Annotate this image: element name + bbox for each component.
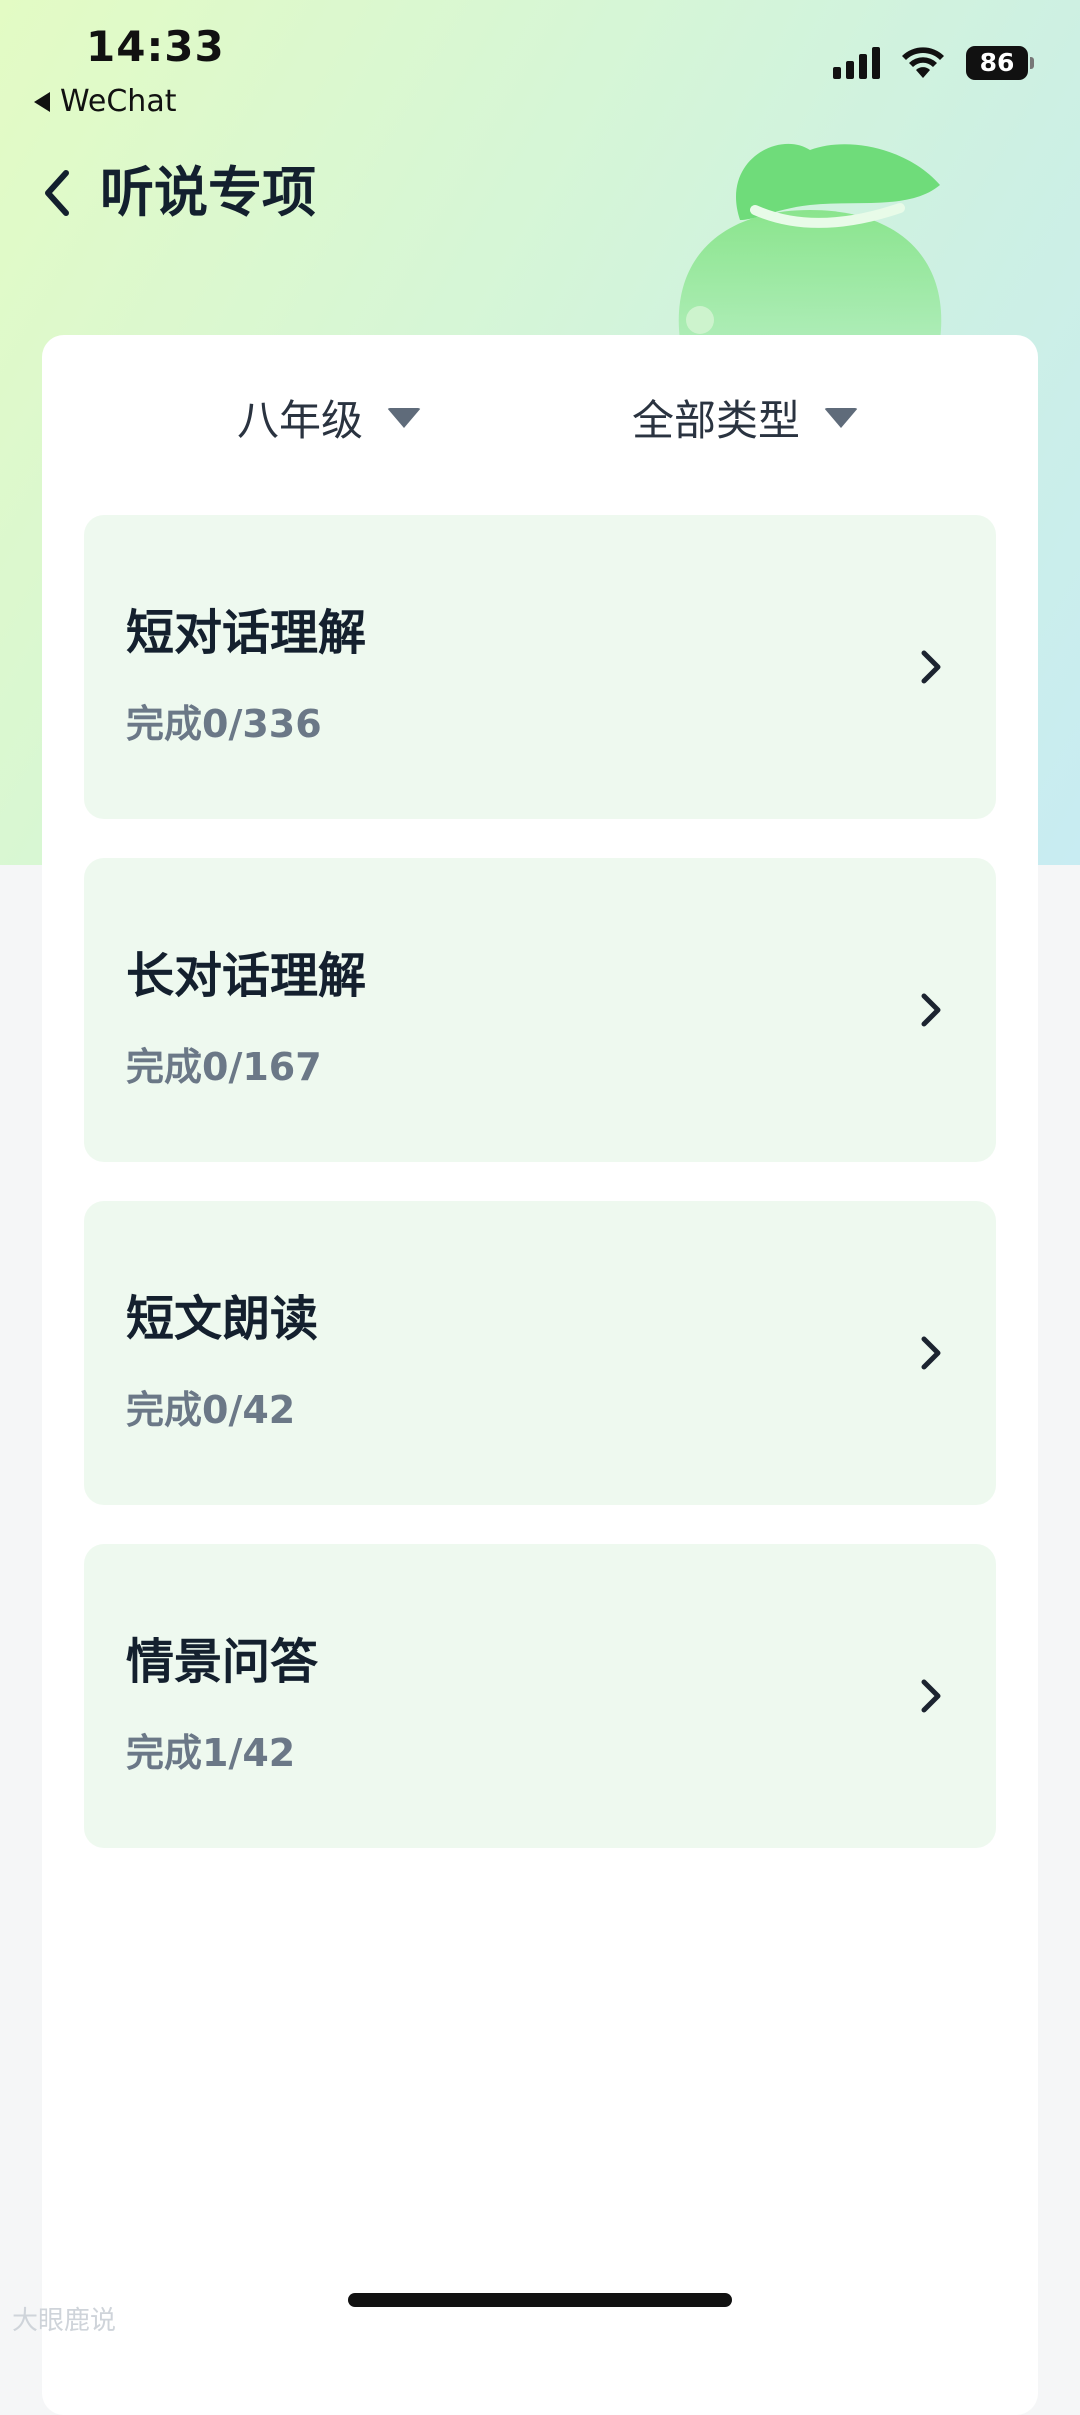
item-progress: 完成0/167 bbox=[126, 1045, 322, 1089]
chevron-right-icon bbox=[921, 1336, 941, 1370]
content-card: 八年级 全部类型 短对话理解 完成0/336 长对话理解 完成0/167 短文朗… bbox=[42, 335, 1038, 2415]
type-filter-label: 全部类型 bbox=[632, 396, 801, 445]
caret-down-icon bbox=[824, 407, 859, 428]
page-title: 听说专项 bbox=[100, 161, 316, 224]
chevron-right-icon bbox=[921, 1679, 941, 1713]
item-progress: 完成0/42 bbox=[126, 1388, 296, 1432]
back-button[interactable] bbox=[42, 158, 86, 228]
watermark: 大眼鹿说 bbox=[12, 2306, 117, 2336]
item-title: 情景问答 bbox=[126, 1634, 319, 1690]
cellular-signal-icon bbox=[833, 47, 880, 79]
list-item-situational-qa[interactable]: 情景问答 完成1/42 bbox=[84, 1544, 996, 1848]
caret-down-icon bbox=[387, 407, 422, 428]
back-app-label: WeChat bbox=[60, 84, 177, 119]
item-progress: 完成0/336 bbox=[126, 702, 322, 746]
home-indicator[interactable] bbox=[348, 2293, 732, 2307]
grade-filter-label: 八年级 bbox=[237, 396, 364, 445]
item-progress: 完成1/42 bbox=[126, 1731, 296, 1775]
type-filter-dropdown[interactable]: 全部类型 bbox=[632, 387, 859, 448]
back-triangle-icon bbox=[34, 91, 50, 112]
wifi-icon bbox=[902, 47, 944, 78]
item-title: 短文朗读 bbox=[126, 1291, 319, 1347]
status-time: 14:33 bbox=[86, 22, 225, 71]
battery-icon: 86 bbox=[966, 46, 1034, 80]
list-item-passage-reading[interactable]: 短文朗读 完成0/42 bbox=[84, 1201, 996, 1505]
chevron-right-icon bbox=[921, 650, 941, 684]
list-item-long-dialogue[interactable]: 长对话理解 完成0/167 bbox=[84, 858, 996, 1162]
grade-filter-dropdown[interactable]: 八年级 bbox=[237, 387, 422, 448]
back-to-app-link[interactable]: WeChat bbox=[34, 84, 176, 119]
chevron-left-icon bbox=[45, 170, 69, 216]
item-title: 短对话理解 bbox=[126, 605, 367, 661]
item-title: 长对话理解 bbox=[126, 948, 367, 1004]
money-bag-illustration-icon bbox=[678, 143, 942, 340]
status-indicators: 86 bbox=[833, 46, 1034, 80]
chevron-right-icon bbox=[921, 993, 941, 1027]
list-item-short-dialogue[interactable]: 短对话理解 完成0/336 bbox=[84, 515, 996, 819]
